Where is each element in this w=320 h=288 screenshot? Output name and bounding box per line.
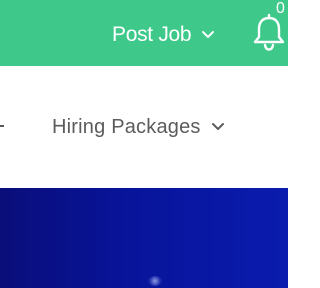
hiring-packages-menu[interactable]: Hiring Packages bbox=[52, 114, 225, 140]
post-job-button[interactable]: Post Job bbox=[112, 20, 215, 50]
main-nav: Hiring Packages bbox=[0, 66, 288, 188]
notification-count-badge: 0 bbox=[276, 0, 285, 17]
nav-item-edge bbox=[0, 125, 4, 127]
chevron-down-icon bbox=[211, 122, 225, 132]
page: Post Job 0 Hiring Packages bbox=[0, 0, 288, 288]
notifications-button[interactable] bbox=[252, 12, 286, 52]
post-job-label: Post Job bbox=[112, 23, 192, 46]
bell-icon bbox=[252, 12, 286, 52]
hero-decoration bbox=[148, 276, 162, 286]
top-header: Post Job 0 bbox=[0, 0, 288, 66]
chevron-down-icon bbox=[201, 30, 215, 40]
hero-banner bbox=[0, 188, 288, 288]
hiring-packages-label: Hiring Packages bbox=[52, 115, 201, 138]
